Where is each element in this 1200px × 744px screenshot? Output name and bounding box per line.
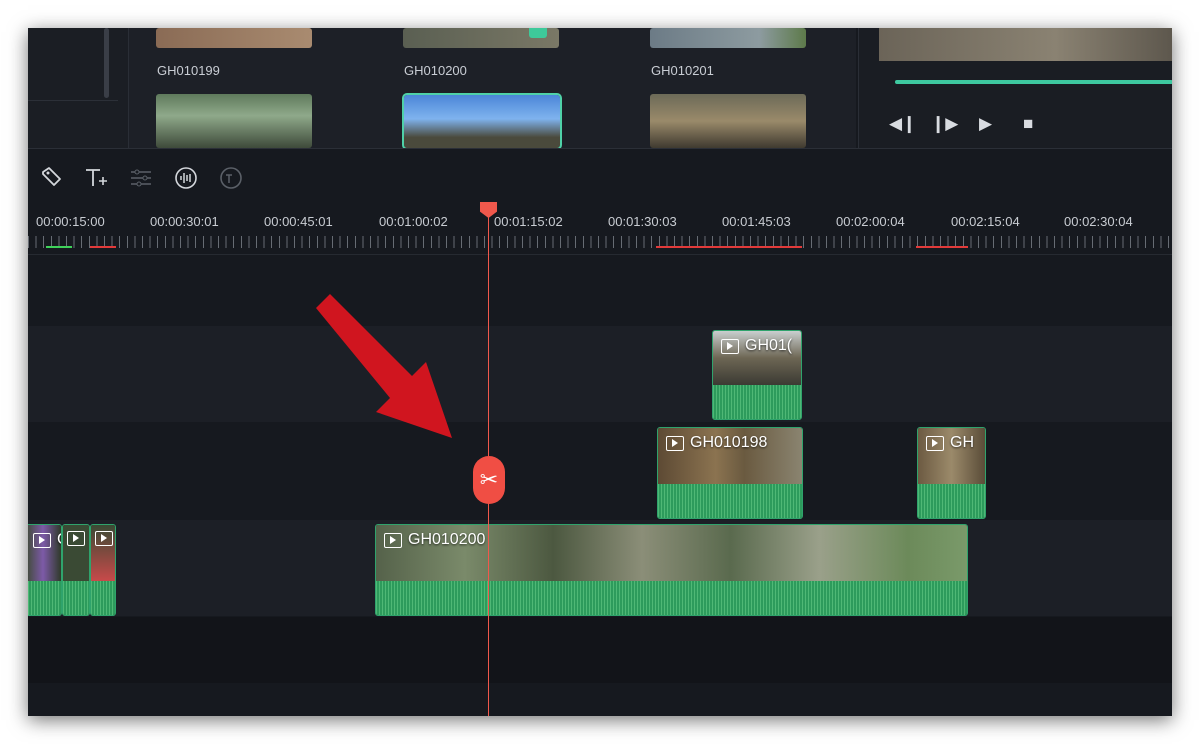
audio-waveform [63, 581, 89, 615]
media-thumb-1[interactable] [156, 94, 312, 148]
ruler-tick: 00:02:15:04 [951, 214, 1020, 229]
adjust-icon [131, 169, 151, 187]
track-2: GH010198 GH [28, 423, 1172, 519]
audio-wave-icon[interactable] [173, 165, 199, 191]
clip-title: GH [926, 434, 974, 452]
video-clip[interactable] [90, 524, 116, 616]
ruler-tick: 00:02:30:04 [1064, 214, 1133, 229]
marker-green [46, 246, 72, 248]
ruler-tick: 00:00:45:01 [264, 214, 333, 229]
play-icon[interactable]: ▶ [979, 114, 992, 134]
clip-title: GI [33, 531, 61, 549]
video-icon [721, 338, 739, 354]
audio-waveform [713, 385, 801, 419]
video-icon [95, 531, 113, 546]
media-sidebar [28, 28, 129, 148]
track-1: GH01( [28, 326, 1172, 422]
editor-window: GH010199 GH010200 GH010201 ◀❙ ❙▶ ▶ ■ 00:… [28, 28, 1172, 716]
ruler-tick: 00:01:30:03 [608, 214, 677, 229]
track-empty [28, 617, 1172, 683]
video-icon [666, 435, 684, 451]
clip-title: GH01( [721, 337, 792, 355]
stop-icon[interactable]: ■ [1023, 114, 1033, 134]
marker-red [916, 246, 968, 248]
media-thumb-top-2[interactable] [403, 28, 559, 48]
video-icon [67, 531, 85, 546]
media-thumb-top-1[interactable] [156, 28, 312, 48]
text-add-icon[interactable] [83, 165, 109, 191]
media-thumb-2-selected[interactable] [402, 93, 562, 150]
audio-waveform [376, 581, 967, 615]
clip-title [67, 531, 85, 546]
timeline-toolbar [28, 148, 1172, 205]
video-icon [384, 532, 402, 548]
ruler-tick: 00:00:15:00 [36, 214, 105, 229]
audio-waveform [658, 484, 802, 518]
check-icon [529, 28, 547, 38]
video-clip[interactable]: GH01( [712, 330, 802, 420]
scissors-icon[interactable]: ✂ [473, 456, 505, 504]
media-label-1: GH010199 [157, 63, 220, 78]
divider [28, 100, 118, 101]
step-forward-icon[interactable]: ❙▶ [931, 114, 958, 134]
step-back-icon[interactable]: ◀❙ [889, 114, 916, 134]
media-scrollbar[interactable] [104, 28, 109, 98]
clip-title: GH010200 [384, 531, 485, 549]
ruler-tick: 00:01:45:03 [722, 214, 791, 229]
ruler-tick: 00:02:00:04 [836, 214, 905, 229]
preview-panel: ◀❙ ❙▶ ▶ ■ [858, 28, 1172, 148]
ruler-tick: 00:01:00:02 [379, 214, 448, 229]
track-empty [28, 255, 1172, 325]
media-thumb-top-3[interactable] [650, 28, 806, 48]
media-label-2: GH010200 [404, 63, 467, 78]
marker-red [656, 246, 802, 248]
audio-waveform [91, 581, 115, 615]
video-clip[interactable]: GI [28, 524, 62, 616]
clip-title: GH010198 [666, 434, 767, 452]
preview-progress[interactable] [895, 80, 1172, 84]
preview-video [879, 28, 1172, 61]
video-clip-main[interactable]: GH010200 [375, 524, 968, 616]
track-main: GI GH010200 [28, 520, 1172, 616]
marker-red [90, 246, 116, 248]
video-clip[interactable]: GH [917, 427, 986, 519]
media-label-3: GH010201 [651, 63, 714, 78]
video-clip[interactable]: GH010198 [657, 427, 803, 519]
media-thumb-3[interactable] [650, 94, 806, 148]
audio-waveform [918, 484, 985, 518]
video-icon [33, 532, 51, 548]
video-clip[interactable] [62, 524, 90, 616]
tag-icon[interactable] [38, 165, 64, 191]
annotation-arrow-icon [316, 294, 452, 438]
speech-to-text-icon [220, 167, 242, 189]
media-library: GH010199 GH010200 GH010201 [28, 28, 856, 150]
clip-title [95, 531, 113, 546]
video-icon [926, 435, 944, 451]
audio-waveform [28, 581, 61, 615]
ruler-tick: 00:00:30:01 [150, 214, 219, 229]
timeline-ruler[interactable]: 00:00:15:00 00:00:30:01 00:00:45:01 00:0… [28, 204, 1172, 255]
track-empty [28, 683, 1172, 716]
ruler-marks [28, 236, 1172, 248]
ruler-tick: 00:01:15:02 [494, 214, 563, 229]
